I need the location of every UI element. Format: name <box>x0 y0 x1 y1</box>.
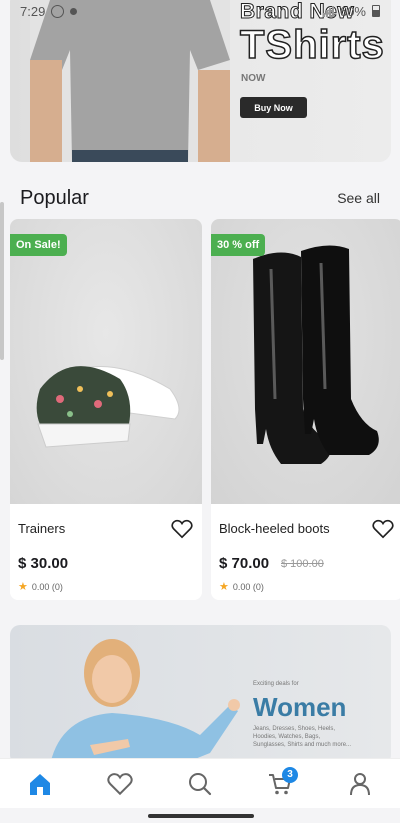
product-price: $ 70.00 <box>219 555 270 572</box>
discount-badge: 30 % off <box>211 234 266 256</box>
hero-banner[interactable]: Brand New TShirts NOW Buy Now <box>10 0 391 162</box>
trainers-image <box>36 366 180 448</box>
product-image <box>10 219 202 504</box>
promo-headline: Women <box>253 692 347 722</box>
screen: Brand New TShirts NOW Buy Now 7:29 60% P… <box>0 0 400 823</box>
promo-small-text: Exciting deals for <box>253 681 299 687</box>
status-time: 7:29 <box>20 3 46 19</box>
profile-icon <box>350 772 370 795</box>
nav-search[interactable] <box>180 764 220 804</box>
section-title: Popular <box>20 187 89 209</box>
boots-image <box>253 245 379 464</box>
product-image <box>211 219 400 504</box>
product-old-price: $ 100.00 <box>281 558 324 570</box>
battery-percent: 60% <box>339 3 366 19</box>
nav-profile[interactable] <box>340 764 380 804</box>
product-card-boots[interactable]: 30 % off Block-heeled boots $ 70.00 $ 10… <box>211 219 400 600</box>
product-rating: ★ 0.00 (0) <box>18 580 63 593</box>
women-promo-banner[interactable]: Exciting deals for Women Jeans, Dresses,… <box>10 625 391 765</box>
bottom-navigation: 3 <box>0 758 400 808</box>
buy-now-button[interactable]: Buy Now <box>240 97 307 118</box>
nav-home[interactable] <box>20 764 60 804</box>
product-price: $ 30.00 <box>18 555 69 572</box>
product-name: Trainers <box>18 521 66 536</box>
woman-model-image <box>50 639 240 765</box>
product-rating: ★ 0.00 (0) <box>219 580 264 593</box>
heart-icon[interactable] <box>171 519 193 539</box>
see-all-link[interactable]: See all <box>337 190 380 206</box>
edge-panel-handle[interactable] <box>0 202 4 360</box>
star-icon: ★ <box>219 581 229 593</box>
star-icon: ★ <box>18 581 28 593</box>
rating-text: 0.00 (0) <box>232 581 264 592</box>
battery-icon <box>372 5 380 17</box>
whatsapp-icon <box>51 4 65 18</box>
sale-badge: On Sale! <box>10 234 67 256</box>
cart-count-badge: 3 <box>282 766 298 783</box>
promo-description: Jeans, Dresses, Shoes, Heels, Hoodies, W… <box>253 726 352 748</box>
notification-dot-icon <box>70 7 78 15</box>
rating-text: 0.00 (0) <box>31 581 63 592</box>
product-card-trainers[interactable]: On Sale! Trainers $ 30.00 ★ 0.00 (0) <box>10 219 202 600</box>
hero-title-line2: TShirts <box>239 22 385 68</box>
heart-icon <box>107 772 133 795</box>
tshirt-model-image <box>30 0 230 162</box>
nav-wishlist[interactable] <box>100 764 140 804</box>
home-gesture-pill[interactable] <box>148 814 254 818</box>
status-bar: 7:29 60% <box>0 0 400 22</box>
home-icon <box>30 773 50 795</box>
nav-cart[interactable]: 3 <box>260 764 300 804</box>
search-icon <box>189 772 212 795</box>
signal-icon <box>322 5 334 17</box>
hero-subtitle: NOW <box>241 73 266 84</box>
heart-icon[interactable] <box>372 519 394 539</box>
product-name: Block-heeled boots <box>219 521 330 536</box>
